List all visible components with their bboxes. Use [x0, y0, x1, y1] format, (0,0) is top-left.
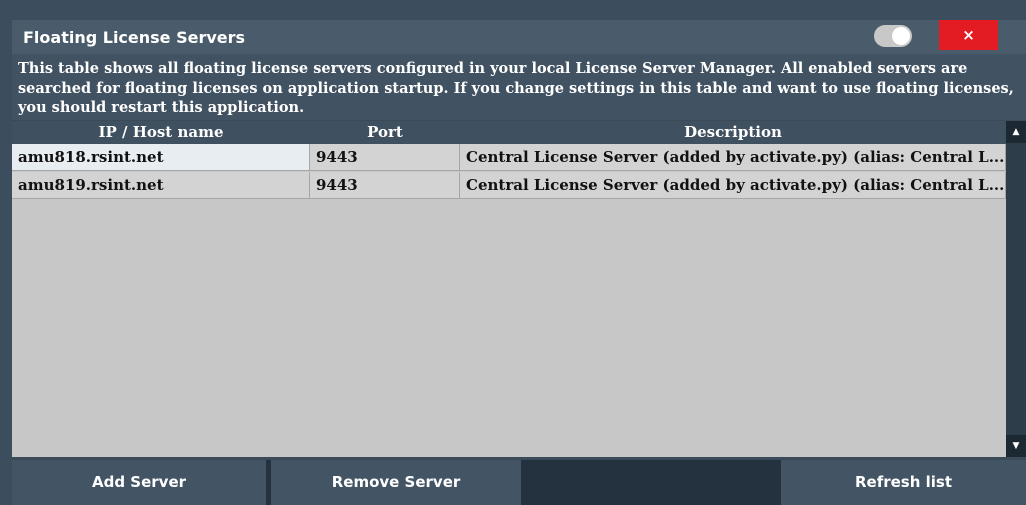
column-header-port[interactable]: Port [310, 121, 460, 144]
info-text: This table shows all floating license se… [18, 60, 1014, 116]
port-cell[interactable]: 9443 [310, 172, 460, 199]
title-bar: Floating License Servers × [12, 20, 1026, 54]
dialog-title: Floating License Servers [23, 28, 246, 47]
remove-server-button[interactable]: Remove Server [271, 460, 521, 505]
toggle-knob [892, 27, 910, 45]
close-icon: × [962, 26, 975, 44]
host-cell[interactable]: amu818.rsint.net [12, 144, 310, 171]
description-cell[interactable]: Central License Server (added by activat… [460, 172, 1006, 199]
refresh-list-button[interactable]: Refresh list [781, 460, 1026, 505]
add-server-button[interactable]: Add Server [12, 460, 266, 505]
close-button[interactable]: × [939, 20, 998, 50]
table-row[interactable]: amu819.rsint.net 9443 Central License Se… [12, 172, 1006, 200]
scroll-up-icon[interactable]: ▲ [1006, 121, 1026, 143]
description-cell[interactable]: Central License Server (added by activat… [460, 144, 1006, 171]
column-header-host[interactable]: IP / Host name [12, 121, 310, 144]
button-bar: Add Server Remove Server Refresh list [12, 460, 1026, 505]
table-row[interactable]: amu818.rsint.net 9443 Central License Se… [12, 144, 1006, 172]
host-cell[interactable]: amu819.rsint.net [12, 172, 310, 199]
table-header: IP / Host name Port Description [12, 121, 1006, 144]
column-header-description[interactable]: Description [460, 121, 1006, 144]
scroll-down-icon[interactable]: ▼ [1006, 435, 1026, 457]
info-area: This table shows all floating license se… [12, 54, 1026, 120]
floating-license-servers-dialog: Floating License Servers × This table sh… [12, 20, 1026, 505]
table-scrollbar[interactable]: ▲ ▼ [1006, 121, 1026, 457]
port-cell[interactable]: 9443 [310, 144, 460, 171]
servers-table: IP / Host name Port Description amu818.r… [12, 121, 1006, 457]
toggle-switch[interactable] [874, 25, 912, 47]
